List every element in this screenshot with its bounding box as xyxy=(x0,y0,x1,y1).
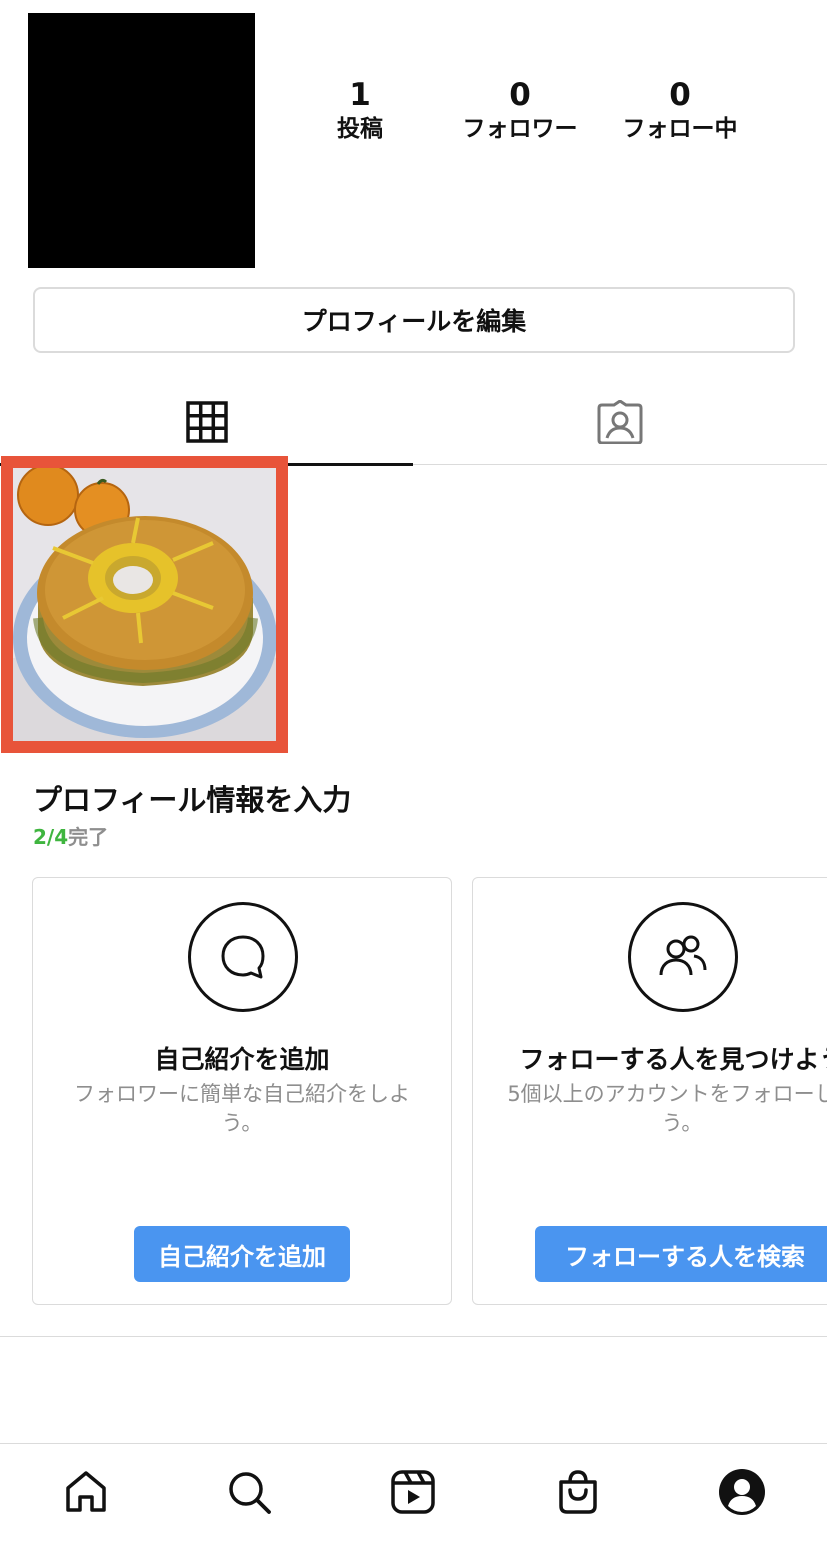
follow-card-description: 5個以上のアカウントをフォローしよう。 xyxy=(507,1082,827,1135)
nav-reels[interactable] xyxy=(383,1462,443,1522)
add-bio-button[interactable]: 自己紹介を追加 xyxy=(134,1226,350,1282)
nav-shop[interactable] xyxy=(548,1462,608,1522)
progress-count: 2/4 xyxy=(33,825,69,849)
search-icon xyxy=(229,1472,271,1514)
edit-profile-button[interactable]: プロフィールを編集 xyxy=(33,287,795,353)
bottom-nav-border xyxy=(0,1443,827,1444)
bio-card-description: フォロワーに簡単な自己紹介をしよう。 xyxy=(74,1082,410,1135)
grid-icon xyxy=(185,401,228,443)
setup-card-follow: フォローする人を見つけよう 5個以上のアカウントをフォローしよう。 フォローする… xyxy=(472,877,827,1305)
bio-icon-circle xyxy=(188,902,298,1012)
stat-posts-count: 1 xyxy=(349,77,371,113)
tagged-icon xyxy=(597,400,642,444)
nav-profile[interactable] xyxy=(712,1462,772,1522)
nav-search[interactable] xyxy=(219,1462,279,1522)
post-thumbnail[interactable] xyxy=(1,456,288,753)
profile-avatar[interactable] xyxy=(28,13,255,268)
follow-icon-circle xyxy=(628,902,738,1012)
stat-following-count: 0 xyxy=(669,77,691,113)
bio-card-title: 自己紹介を追加 xyxy=(154,1045,330,1074)
setup-card-bio: 自己紹介を追加 フォロワーに簡単な自己紹介をしよう。 自己紹介を追加 xyxy=(32,877,452,1305)
tab-posts-grid[interactable] xyxy=(0,378,413,466)
profile-setup-title: プロフィール情報を入力 xyxy=(33,783,352,817)
stat-followers-count: 0 xyxy=(509,77,531,113)
section-divider xyxy=(0,1336,827,1337)
stat-followers-label: フォロワー xyxy=(462,116,578,142)
progress-suffix: 完了 xyxy=(68,825,109,849)
shop-icon xyxy=(559,1470,597,1514)
stat-following-label: フォロー中 xyxy=(622,116,738,142)
stat-posts[interactable]: 1 投稿 xyxy=(280,78,440,144)
people-icon xyxy=(659,935,707,976)
nav-home[interactable] xyxy=(56,1462,116,1522)
tab-tagged[interactable] xyxy=(413,378,826,466)
stat-followers[interactable]: 0 フォロワー xyxy=(440,78,600,144)
stat-posts-label: 投稿 xyxy=(337,116,383,142)
find-people-button[interactable]: フォローする人を検索 xyxy=(535,1226,827,1282)
home-icon xyxy=(66,1471,106,1512)
profile-setup-progress: 2/4完了 xyxy=(33,821,108,850)
cake-photo xyxy=(13,468,276,741)
stat-following[interactable]: 0 フォロー中 xyxy=(600,78,760,144)
profile-icon xyxy=(719,1469,765,1515)
profile-screen: 1 投稿 0 フォロワー 0 フォロー中 プロフィールを編集 プロフィール情報を… xyxy=(0,0,827,1554)
follow-card-title: フォローする人を見つけよう xyxy=(519,1045,827,1074)
reels-icon xyxy=(391,1470,435,1514)
speech-bubble-icon xyxy=(221,935,265,979)
